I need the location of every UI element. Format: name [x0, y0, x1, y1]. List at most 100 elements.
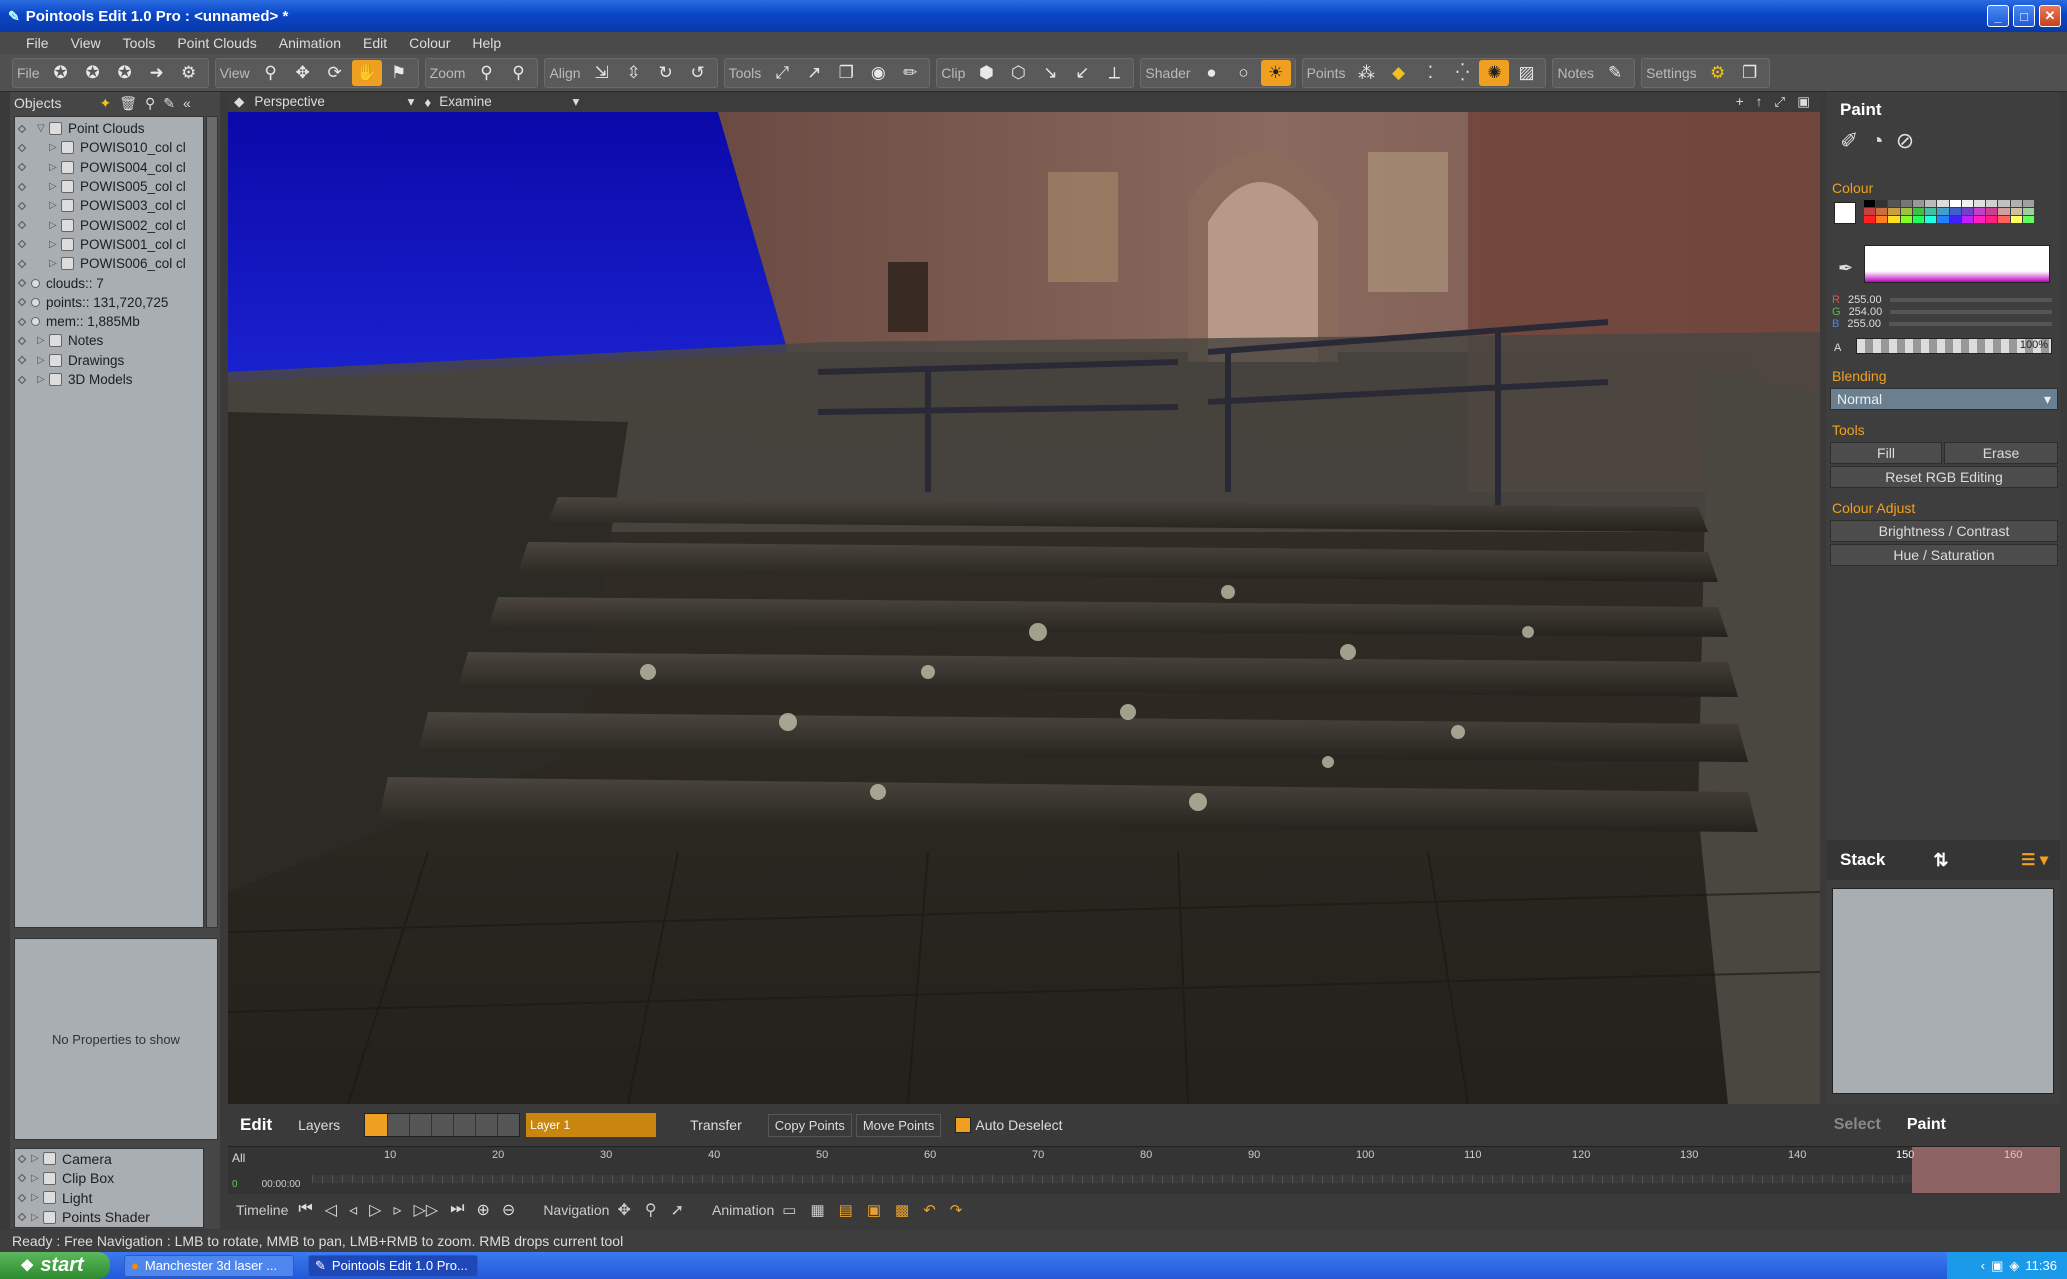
tray-network-icon[interactable]: ▣: [1991, 1258, 2003, 1274]
palette-swatch[interactable]: [1937, 200, 1949, 207]
anim-frame-icon[interactable]: ▭: [782, 1201, 796, 1219]
paint-tab[interactable]: Paint: [1907, 1116, 1946, 1134]
expand-arrow-icon[interactable]: ▷: [31, 1192, 43, 1203]
menu-animation[interactable]: Animation: [279, 35, 341, 51]
viewport-restore-icon[interactable]: ▣: [1797, 94, 1810, 110]
select-tab[interactable]: Select: [1834, 1116, 1881, 1134]
expand-arrow-icon[interactable]: ▷: [37, 355, 49, 366]
palette-swatch[interactable]: [1888, 208, 1900, 215]
palette-swatch[interactable]: [1937, 216, 1949, 223]
visibility-toggle-icon[interactable]: [17, 355, 27, 365]
palette-swatch[interactable]: [1864, 208, 1876, 215]
clip-box-icon[interactable]: ⬢: [971, 60, 1001, 86]
shader-b-icon[interactable]: ○: [1229, 60, 1259, 86]
window-layout-icon[interactable]: ❐: [1735, 60, 1765, 86]
add-key-icon[interactable]: ⊕: [477, 1200, 490, 1220]
pencil-icon[interactable]: ✏: [895, 60, 925, 86]
open-import-icon[interactable]: ✪: [110, 60, 140, 86]
anim-clapper-icon[interactable]: ▤: [839, 1201, 853, 1219]
palette-swatch[interactable]: [1876, 200, 1888, 207]
menu-colour[interactable]: Colour: [409, 35, 450, 51]
palette-swatch[interactable]: [1900, 200, 1912, 207]
minimize-button[interactable]: _: [1987, 5, 2009, 27]
palette-swatch[interactable]: [1973, 216, 1986, 223]
collapse-panel-icon[interactable]: «: [183, 95, 191, 111]
pick-icon[interactable]: ↗: [799, 60, 829, 86]
tree-item[interactable]: ▷ POWIS001_col cl: [15, 235, 203, 254]
snapshot-icon[interactable]: ◉: [863, 60, 893, 86]
palette-swatch[interactable]: [1998, 216, 2010, 223]
expand-arrow-icon[interactable]: ▷: [49, 220, 61, 231]
tree-item[interactable]: ▷ POWIS002_col cl: [15, 215, 203, 234]
anim-render-icon[interactable]: ▩: [895, 1201, 909, 1219]
palette-swatch[interactable]: [1961, 216, 1973, 223]
fill-button[interactable]: Fill: [1830, 442, 1942, 464]
stack-list[interactable]: [1832, 888, 2054, 1094]
expand-arrow-icon[interactable]: ▷: [31, 1153, 43, 1164]
menu-file[interactable]: File: [26, 35, 49, 51]
viewport-add-icon[interactable]: +: [1736, 94, 1744, 110]
paint-bucket-icon[interactable]: ◆: [1383, 60, 1413, 86]
expand-arrow-icon[interactable]: ▷: [49, 181, 61, 192]
palette-swatch[interactable]: [1912, 200, 1925, 207]
prev-key-icon[interactable]: ◁: [325, 1200, 337, 1220]
view-mode-dropdown[interactable]: Perspective ▾: [254, 94, 414, 110]
visibility-toggle-icon[interactable]: [17, 124, 27, 133]
collapse-arrow-icon[interactable]: ▽: [37, 123, 49, 134]
tree-item[interactable]: ▷ 3D Models: [15, 370, 203, 389]
palette-swatch[interactable]: [1912, 208, 1925, 215]
palette-swatch[interactable]: [1925, 200, 1937, 207]
clip-reset-icon[interactable]: ⟂: [1099, 60, 1129, 86]
align-points-icon[interactable]: ⇲: [587, 60, 617, 86]
visibility-toggle-icon[interactable]: [17, 182, 27, 191]
expand-arrow-icon[interactable]: ▷: [31, 1212, 43, 1223]
palette-swatch[interactable]: [1888, 200, 1900, 207]
palette-swatch[interactable]: [1973, 208, 1986, 215]
auto-deselect-checkbox[interactable]: [955, 1117, 972, 1133]
spray-tool-icon[interactable]: ◔: [1870, 128, 1883, 154]
current-colour-swatch[interactable]: [1834, 202, 1856, 224]
palette-swatch[interactable]: [1986, 208, 1998, 215]
visibility-toggle-icon[interactable]: [17, 240, 27, 249]
tree-item[interactable]: ▷ POWIS010_col cl: [15, 138, 203, 157]
menu-view[interactable]: View: [71, 35, 101, 51]
walk-icon[interactable]: ⚑: [384, 60, 414, 86]
g-value[interactable]: 254.00: [1849, 306, 1883, 318]
nav-pointer-icon[interactable]: ➚: [671, 1200, 684, 1220]
zoom-in-icon[interactable]: ⚲: [471, 60, 501, 86]
visibility-toggle-icon[interactable]: [17, 336, 27, 346]
menu-help[interactable]: Help: [472, 35, 501, 51]
taskbar-item-browser[interactable]: ● Manchester 3d laser ...: [124, 1254, 294, 1277]
r-value[interactable]: 255.00: [1848, 294, 1882, 306]
visibility-toggle-icon[interactable]: [17, 162, 27, 172]
timeline-end-range[interactable]: [1912, 1147, 2060, 1193]
next-key-icon[interactable]: ▷▷: [413, 1200, 438, 1220]
palette-swatch[interactable]: [2010, 216, 2022, 223]
palette-swatch[interactable]: [1961, 208, 1973, 215]
redo-icon[interactable]: ↷: [950, 1201, 963, 1219]
add-note-icon[interactable]: ✎: [1600, 60, 1630, 86]
viewport-menu-icon[interactable]: ◆: [234, 94, 244, 110]
point-density-icon[interactable]: ⁚: [1415, 60, 1445, 86]
eyedropper-icon[interactable]: ✒: [1838, 258, 1853, 279]
erase-button[interactable]: Erase: [1944, 442, 2058, 464]
palette-swatch[interactable]: [1973, 200, 1986, 207]
visibility-toggle-icon[interactable]: [17, 1154, 27, 1163]
brightness-contrast-button[interactable]: Brightness / Contrast: [1830, 520, 2058, 542]
maximize-button[interactable]: □: [2013, 5, 2035, 27]
scene-item[interactable]: ▷ Camera: [15, 1149, 203, 1169]
expand-arrow-icon[interactable]: ▷: [49, 200, 61, 211]
palette-swatch[interactable]: [1900, 216, 1912, 223]
tree-item[interactable]: points:: 131,720,725: [15, 293, 203, 312]
visibility-toggle-icon[interactable]: [17, 1193, 27, 1202]
tree-item[interactable]: mem:: 1,885Mb: [15, 312, 203, 331]
points-size-icon[interactable]: ⁂: [1351, 60, 1381, 86]
add-object-icon[interactable]: ✦: [99, 95, 111, 112]
palette-swatch[interactable]: [1986, 200, 1998, 207]
expand-arrow-icon[interactable]: ▷: [37, 335, 49, 346]
expand-arrow-icon[interactable]: ▷: [37, 374, 49, 385]
reset-rgb-button[interactable]: Reset RGB Editing: [1830, 466, 2058, 488]
palette-swatch[interactable]: [1937, 208, 1949, 215]
shader-a-icon[interactable]: ●: [1197, 60, 1227, 86]
view-zoom-icon[interactable]: ⚲: [256, 60, 286, 86]
